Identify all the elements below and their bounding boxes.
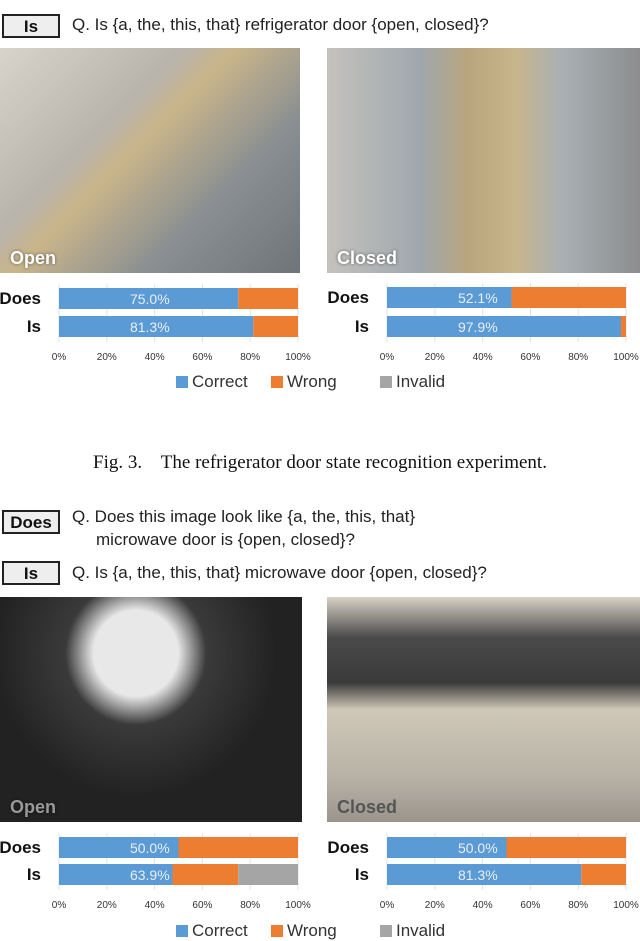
x-tick-label: 40% xyxy=(473,352,493,363)
photo-label: Open xyxy=(10,797,57,817)
is-tag: Is xyxy=(2,561,60,585)
bar-segment-wrong xyxy=(172,864,239,885)
data-label: 63.9% xyxy=(130,867,170,883)
chart-row-top: 0% 20% 40% 60% 80% 100% Does 75.0% Is 81.3% 0% 20% 4… xyxy=(0,283,639,391)
legend-label-correct: Correct xyxy=(192,372,248,391)
x-tick-label: 100% xyxy=(285,352,311,363)
data-label: 81.3% xyxy=(130,319,170,335)
legend-swatch-invalid xyxy=(380,376,392,388)
is-tag: Is xyxy=(2,14,60,38)
bar-segment-wrong xyxy=(238,288,298,309)
category-label: Is xyxy=(355,865,369,884)
bar-segment-wrong xyxy=(620,316,626,337)
microwave-closed-photo: Closed xyxy=(327,597,640,822)
x-tick-label: 100% xyxy=(613,352,639,363)
data-label: 50.0% xyxy=(130,840,170,856)
x-tick-label: 40% xyxy=(145,352,165,363)
category-label: Does xyxy=(327,288,369,307)
is-question: Q. Is {a, the, this, that} refrigerator … xyxy=(72,15,489,34)
legend-swatch-wrong xyxy=(271,376,283,388)
x-tick-label: 20% xyxy=(97,352,117,363)
category-label: Is xyxy=(355,317,369,336)
legend-swatch-invalid xyxy=(380,925,392,937)
x-tick-label: 60% xyxy=(520,900,540,911)
chart-row-bottom: 0% 20% 40% 60% 80% 100% Does 50.0% Is 63.9% 0% 20% 4… xyxy=(0,833,639,940)
x-tick-label: 60% xyxy=(192,900,212,911)
photo-label: Closed xyxy=(337,797,398,817)
does-tag: Does xyxy=(2,510,60,534)
x-tick-label: 20% xyxy=(97,900,117,911)
legend-swatch-wrong xyxy=(271,925,283,937)
x-tick-label: 100% xyxy=(613,900,639,911)
category-label: Does xyxy=(327,838,369,857)
category-label: Is xyxy=(27,317,41,336)
legend-label-wrong: Wrong xyxy=(287,372,337,391)
does-question-line1: Q. Does this image look like {a, the, th… xyxy=(72,507,416,526)
legend-swatch-correct xyxy=(176,376,188,388)
photo-label: Open xyxy=(10,248,57,268)
x-tick-label: 0% xyxy=(380,352,395,363)
x-tick-label: 40% xyxy=(473,900,493,911)
x-tick-label: 0% xyxy=(52,900,67,911)
legend-label-correct: Correct xyxy=(192,921,248,940)
data-label: 52.1% xyxy=(458,290,498,306)
x-tick-label: 0% xyxy=(380,900,395,911)
x-tick-label: 0% xyxy=(52,352,67,363)
category-label: Is xyxy=(27,865,41,884)
does-question-line2: microwave door is {open, closed}? xyxy=(96,530,355,549)
x-tick-label: 60% xyxy=(520,352,540,363)
data-label: 50.0% xyxy=(458,840,498,856)
legend-label-invalid: Invalid xyxy=(396,372,445,391)
x-tick-label: 20% xyxy=(425,900,445,911)
bar-segment-wrong xyxy=(511,287,626,308)
legend-label-wrong: Wrong xyxy=(287,921,337,940)
figure-caption: Fig. 3. The refrigerator door state reco… xyxy=(93,452,547,473)
bar-segment-correct xyxy=(387,316,621,337)
data-label: 97.9% xyxy=(458,319,498,335)
category-label: Does xyxy=(0,838,41,857)
x-tick-label: 60% xyxy=(192,352,212,363)
x-tick-label: 80% xyxy=(568,900,588,911)
photo-label: Closed xyxy=(337,248,398,268)
x-tick-label: 40% xyxy=(145,900,165,911)
microwave-open-photo: Open xyxy=(0,597,302,822)
bar-segment-wrong xyxy=(253,316,298,337)
is-question: Q. Is {a, the, this, that} microwave doo… xyxy=(72,563,487,582)
bar-segment-wrong xyxy=(178,837,298,858)
legend-swatch-correct xyxy=(176,925,188,937)
x-tick-label: 80% xyxy=(568,352,588,363)
data-label: 81.3% xyxy=(458,867,498,883)
x-tick-label: 100% xyxy=(285,900,311,911)
refrigerator-open-photo: Open xyxy=(0,48,300,273)
legend-label-invalid: Invalid xyxy=(396,921,445,940)
x-tick-label: 80% xyxy=(240,900,260,911)
refrigerator-closed-photo: Closed xyxy=(327,48,640,273)
bar-segment-invalid xyxy=(238,864,298,885)
category-label: Does xyxy=(0,289,41,308)
bar-segment-wrong xyxy=(581,864,626,885)
x-tick-label: 20% xyxy=(425,352,445,363)
x-tick-label: 80% xyxy=(240,352,260,363)
bar-segment-wrong xyxy=(506,837,626,858)
data-label: 75.0% xyxy=(130,291,170,307)
